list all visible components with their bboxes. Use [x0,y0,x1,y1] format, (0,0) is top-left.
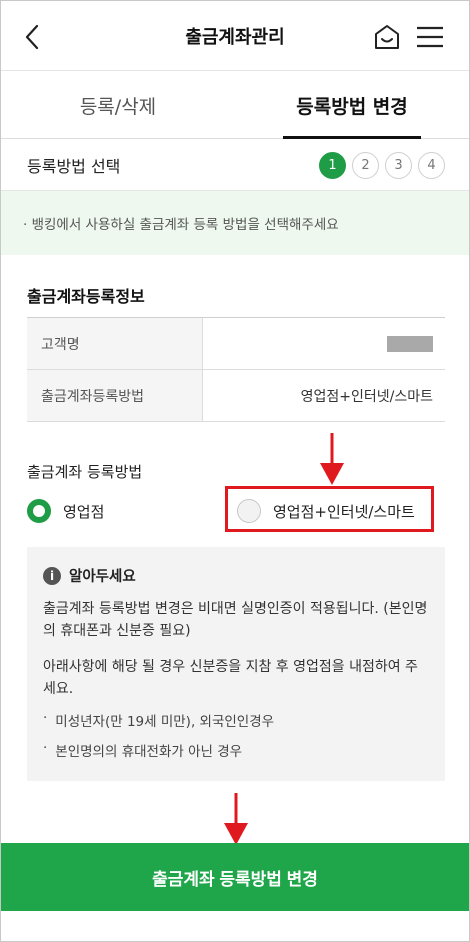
step-3: 3 [385,152,412,179]
notes-header: i 알아두세요 [43,565,429,586]
step-label: 등록방법 선택 [27,156,121,176]
method-label: 출금계좌 등록방법 [27,463,143,481]
bullet-text: 본인명의의 휴대전화가 아닌 경우 [55,744,243,760]
app-header: 출금계좌관리 [1,1,469,71]
bullet-text: 미성년자(만 19세 미만), 외국인인경우 [55,714,275,730]
app-frame: 출금계좌관리 등록/삭제 등록방법 변경 등록방법 선택 1 2 3 4 · 뱅… [0,0,470,942]
tab-bar: 등록/삭제 등록방법 변경 [1,73,469,139]
radio-branch-label: 영업점 [63,502,105,521]
notes-box: i 알아두세요 출금계좌 등록방법 변경은 비대면 실명인증이 적용됩니다. (… [27,547,445,781]
step-indicator-row: 등록방법 선택 1 2 3 4 [1,139,469,191]
account-info-table: 고객명 출금계좌등록방법 영업점+인터넷/스마트 [27,317,445,422]
notes-title: 알아두세요 [69,569,136,585]
page-title: 출금계좌관리 [185,26,285,48]
masked-name [387,335,433,352]
red-arrow-down-icon [320,433,344,485]
register-method-label: 출금계좌등록방법 [27,370,203,421]
list-item: · 미성년자(만 19세 미만), 외국인인경우 [43,710,429,730]
bullet-dot-icon: · [43,740,48,756]
tab-register-delete[interactable]: 등록/삭제 [1,73,235,138]
guide-notice: · 뱅킹에서 사용하실 출금계좌 등록 방법을 선택해주세요 [1,191,469,255]
section-title: 출금계좌등록정보 [27,287,145,306]
table-row: 고객명 [27,318,445,370]
highlight-box [225,486,434,532]
list-item: · 본인명의의 휴대전화가 아닌 경우 [43,740,429,760]
info-icon: i [43,566,61,585]
radio-checked-icon [27,499,51,523]
home-icon[interactable] [373,23,401,51]
red-arrow-down-icon [224,793,248,845]
notes-paragraph-2: 아래사항에 해당 될 경우 신분증을 지참 후 영업점을 내점하여 주세요. [43,659,418,697]
bullet-dot-icon: · [43,710,48,726]
customer-name-label: 고객명 [27,318,203,369]
radio-branch[interactable]: 영업점 [27,495,104,527]
hamburger-menu-icon[interactable] [415,23,445,51]
change-method-button[interactable]: 출금계좌 등록방법 변경 [1,843,469,911]
register-method-value: 영업점+인터넷/스마트 [300,388,433,405]
customer-name-value [203,318,445,369]
step-indicator: 1 2 3 4 [319,152,445,179]
step-1: 1 [319,152,346,179]
back-arrow-icon[interactable] [19,23,47,51]
step-4: 4 [418,152,445,179]
notes-paragraph-1: 출금계좌 등록방법 변경은 비대면 실명인증이 적용됩니다. (본인명의 휴대폰… [43,601,428,639]
table-row: 출금계좌등록방법 영업점+인터넷/스마트 [27,370,445,422]
tab-change-method[interactable]: 등록방법 변경 [235,73,469,139]
step-2: 2 [352,152,379,179]
